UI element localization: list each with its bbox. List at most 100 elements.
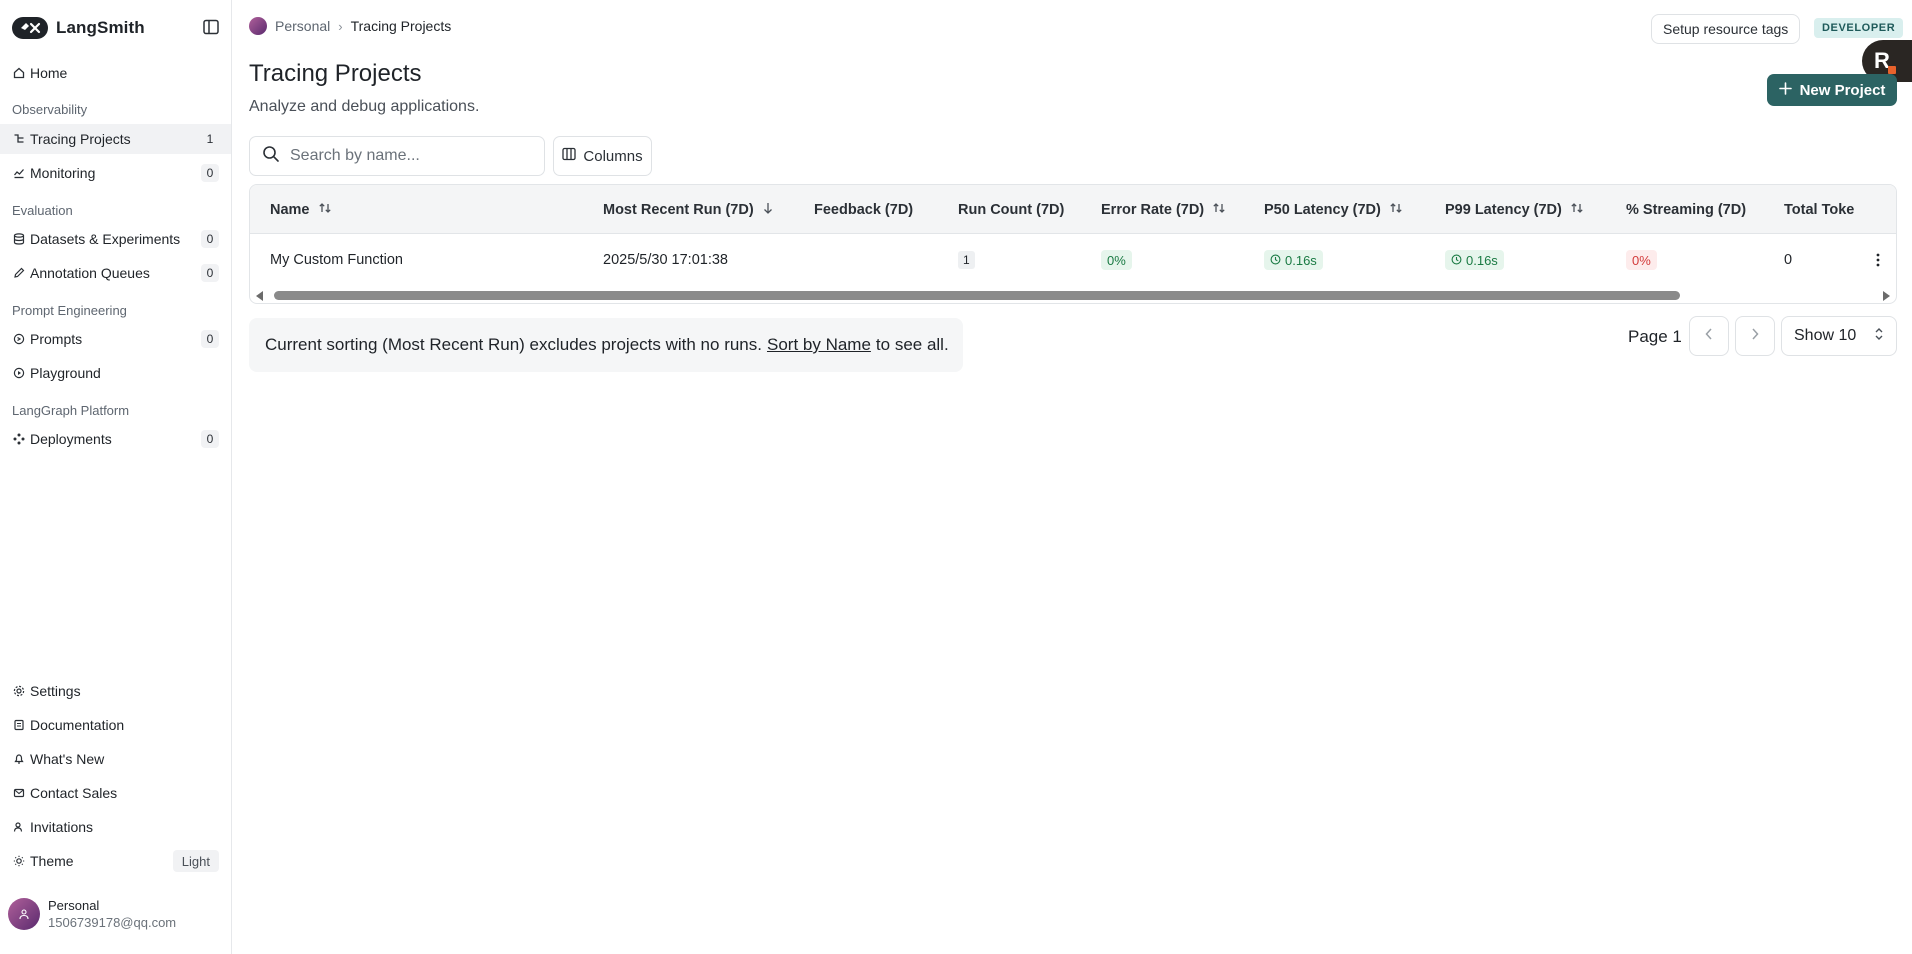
user-email: 1506739178@qq.com [48,915,177,930]
user-account[interactable]: Personal 1506739178@qq.com [8,898,176,930]
p99-latency-badge: 0.16s [1445,250,1504,270]
sidebar-item-label: Home [30,65,68,81]
column-header-error-rate[interactable]: Error Rate (7D) [1101,185,1226,234]
setup-resource-tags-button[interactable]: Setup resource tags [1651,14,1801,44]
sort-icon[interactable] [1212,201,1226,219]
sidebar-item-contact-sales[interactable]: Contact Sales [0,778,231,808]
prompt-icon [12,332,26,346]
total-tokens-cell: 0 [1784,252,1793,268]
sidebar-item-label: Theme [30,853,74,869]
deployments-icon [12,432,26,446]
page-label: Page 1 [1628,327,1682,346]
page-subtitle: Analyze and debug applications. [249,98,480,115]
sidebar-item-documentation[interactable]: Documentation [0,710,231,740]
chevron-left-icon [1704,327,1714,346]
sidebar-item-label: Annotation Queues [30,265,150,281]
columns-button[interactable]: Columns [553,136,652,176]
column-header-most-recent-run[interactable]: Most Recent Run (7D) [603,185,774,234]
sidebar-item-invitations[interactable]: Invitations [0,812,231,842]
column-header-streaming[interactable]: % Streaming (7D) [1626,185,1746,234]
count-badge: 0 [201,230,219,248]
p99-latency-cell: 0.16s [1445,234,1504,286]
header-label: Most Recent Run (7D) [603,201,754,218]
notice-text-end: to see all. [875,335,949,354]
count-badge: 0 [201,164,219,182]
sidebar-toggle-icon[interactable] [202,18,220,36]
sidebar-item-label: Tracing Projects [30,131,131,147]
page-size-select[interactable]: Show 10 [1781,316,1897,356]
next-page-button[interactable] [1735,316,1775,356]
column-header-total-tokens[interactable]: Total Toke [1784,185,1854,234]
search-box[interactable] [249,136,545,176]
sidebar-item-theme[interactable]: Theme Light [0,846,231,876]
scroll-left-arrow-icon[interactable] [256,291,263,301]
run-count-badge: 1 [958,251,975,269]
error-rate-cell: 0% [1101,234,1132,286]
columns-label: Columns [583,147,643,165]
p50-latency-cell: 0.16s [1264,234,1323,286]
scrollbar-thumb[interactable] [274,291,1680,300]
column-header-p99-latency[interactable]: P99 Latency (7D) [1445,185,1584,234]
column-header-p50-latency[interactable]: P50 Latency (7D) [1264,185,1403,234]
header-label: Total Toke [1784,201,1855,218]
more-options-icon[interactable] [1870,247,1886,273]
sidebar-item-deployments[interactable]: Deployments 0 [0,424,231,454]
breadcrumb-current: Tracing Projects [350,18,452,34]
brand[interactable]: LangSmith [12,14,145,42]
table-header: Name Most Recent Run (7D) Feedback (7D) … [250,185,1896,234]
assistant-logo-icon: R [1874,48,1896,74]
chevron-up-down-icon [1874,326,1884,347]
search-icon [262,145,280,168]
workspace-avatar-icon [249,17,267,35]
count-badge: 0 [201,264,219,282]
column-header-run-count[interactable]: Run Count (7D) [958,185,1064,234]
sidebar-item-monitoring[interactable]: Monitoring 0 [0,158,231,188]
scroll-right-arrow-icon[interactable] [1883,291,1890,301]
count-badge: 0 [201,430,219,448]
chevron-right-icon [1750,327,1760,346]
database-icon [12,232,26,246]
arrow-down-icon[interactable] [762,201,774,219]
sidebar-item-label: Deployments [30,431,112,447]
header-label: Run Count (7D) [958,201,1065,218]
page-title: Tracing Projects [249,60,422,87]
bell-icon [12,752,26,766]
sidebar-item-whats-new[interactable]: What's New [0,744,231,774]
sort-icon[interactable] [1570,201,1584,219]
sort-icon[interactable] [318,201,332,219]
page-size-value: Show 10 [1794,327,1857,344]
plus-icon [1778,81,1792,99]
sidebar-item-home[interactable]: Home [0,58,231,88]
sidebar-item-tracing-projects[interactable]: Tracing Projects 1 [0,124,231,154]
tracing-icon [12,132,26,146]
horizontal-scrollbar[interactable] [250,286,1896,303]
streaming-badge: 0% [1626,250,1657,270]
project-name-cell[interactable]: My Custom Function [270,234,403,286]
notice-text: Current sorting (Most Recent Run) exclud… [265,335,762,354]
sidebar-item-playground[interactable]: Playground [0,358,231,388]
header-label: Feedback (7D) [814,201,914,218]
breadcrumb-root[interactable]: Personal [275,18,330,34]
pencil-icon [12,266,26,280]
header-label: P50 Latency (7D) [1264,201,1381,218]
column-header-name[interactable]: Name [270,185,332,234]
sidebar-item-label: What's New [30,751,105,767]
most-recent-run-cell: 2025/5/30 17:01:38 [603,252,728,268]
new-project-button[interactable]: New Project [1767,74,1897,106]
theme-value[interactable]: Light [172,850,219,872]
sidebar-item-label: Contact Sales [30,785,118,801]
clock-icon [1451,253,1462,268]
sidebar-item-annotation-queues[interactable]: Annotation Queues 0 [0,258,231,288]
search-input[interactable] [290,147,520,165]
sidebar-item-prompts[interactable]: Prompts 0 [0,324,231,354]
column-header-feedback[interactable]: Feedback (7D) [814,185,913,234]
sort-by-name-link[interactable]: Sort by Name [767,335,871,355]
gear-icon [12,684,26,698]
previous-page-button[interactable] [1689,316,1729,356]
sidebar: LangSmith Home Observability Tracing Pro… [0,0,232,954]
section-label-prompt-engineering: Prompt Engineering [12,303,127,318]
avatar [8,898,40,930]
sort-icon[interactable] [1389,201,1403,219]
sidebar-item-datasets[interactable]: Datasets & Experiments 0 [0,224,231,254]
sidebar-item-settings[interactable]: Settings [0,676,231,706]
